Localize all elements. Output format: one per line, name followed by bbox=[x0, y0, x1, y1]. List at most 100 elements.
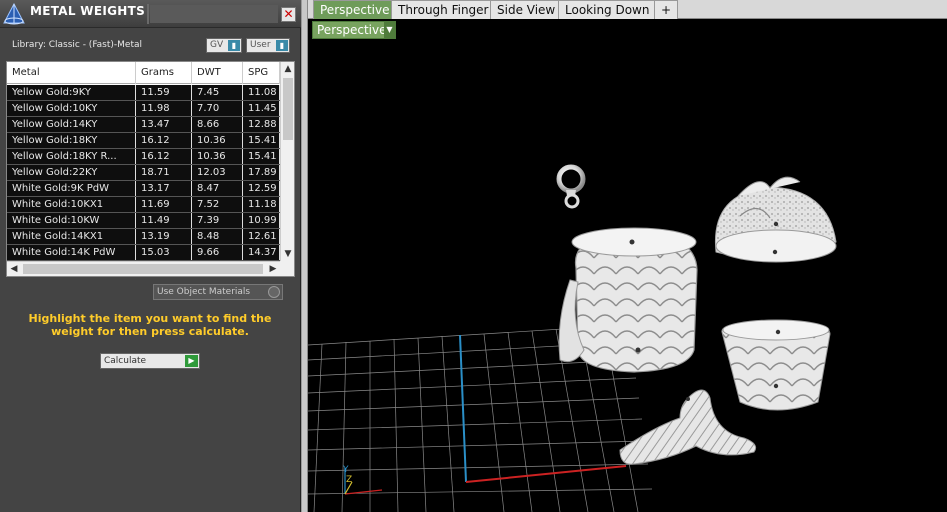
cell-spg: 11.45 bbox=[243, 101, 280, 116]
calculate-label: Calculate bbox=[104, 356, 147, 366]
table-row[interactable]: Yellow Gold:10KY 11.98 7.70 11.45 bbox=[7, 101, 280, 117]
header-dwt[interactable]: DWT bbox=[192, 62, 243, 84]
title-bar-fill bbox=[150, 5, 278, 23]
axis-y-label: Y bbox=[342, 465, 349, 475]
cell-grams: 16.12 bbox=[136, 149, 192, 164]
bail-ring-object[interactable] bbox=[556, 164, 586, 209]
table-row[interactable]: Yellow Gold:14KY 13.47 8.66 12.88 bbox=[7, 117, 280, 133]
close-button[interactable]: ✕ bbox=[281, 7, 296, 22]
tab-through-finger[interactable]: Through Finger bbox=[391, 0, 496, 19]
table-row[interactable]: White Gold:10KX1 11.69 7.52 11.18 bbox=[7, 197, 280, 213]
instruction-text: Highlight the item you want to find the … bbox=[28, 312, 272, 338]
cell-dwt: 7.70 bbox=[192, 101, 243, 116]
cell-spg: 12.88 bbox=[243, 117, 280, 132]
cell-grams: 18.71 bbox=[136, 165, 192, 180]
scroll-right-icon[interactable]: ▶ bbox=[266, 262, 280, 276]
scaled-cup-object[interactable] bbox=[721, 319, 831, 411]
scroll-left-icon[interactable]: ◀ bbox=[7, 262, 21, 276]
vertical-scrollbar[interactable]: ▲ ▼ bbox=[280, 62, 294, 261]
tab-looking-down[interactable]: Looking Down bbox=[558, 0, 657, 19]
scaled-body-object[interactable] bbox=[558, 227, 698, 373]
cell-spg: 14.37 bbox=[243, 245, 280, 260]
cell-metal: Yellow Gold:9KY bbox=[7, 85, 136, 100]
scroll-corner bbox=[280, 261, 294, 276]
cell-spg: 11.18 bbox=[243, 197, 280, 212]
metal-table: Metal Grams DWT SPG Yellow Gold:9KY 11.59… bbox=[6, 61, 295, 277]
scroll-up-icon[interactable]: ▲ bbox=[281, 62, 294, 76]
cell-metal: Yellow Gold:14KY bbox=[7, 117, 136, 132]
cell-dwt: 7.39 bbox=[192, 213, 243, 228]
cell-metal: White Gold:9K PdW bbox=[7, 181, 136, 196]
table-rows: Yellow Gold:9KY 11.59 7.45 11.08 Yellow Gold… bbox=[7, 85, 280, 261]
tab-side-view[interactable]: Side View bbox=[490, 0, 563, 19]
cell-dwt: 10.36 bbox=[192, 149, 243, 164]
table-row[interactable]: White Gold:10KW 11.49 7.39 10.99 bbox=[7, 213, 280, 229]
view-mode-label: Perspective bbox=[317, 23, 387, 37]
cell-metal: White Gold:14KX1 bbox=[7, 229, 136, 244]
user-label: User bbox=[250, 40, 271, 50]
cell-metal: White Gold:14K PdW bbox=[7, 245, 136, 260]
gv-dropdown[interactable]: GV ▮ bbox=[206, 38, 242, 53]
axis-z-label: Z bbox=[346, 475, 352, 485]
x-axis-line bbox=[465, 465, 627, 483]
tail-fin-object[interactable] bbox=[619, 389, 757, 465]
cell-spg: 12.61 bbox=[243, 229, 280, 244]
3d-viewport[interactable]: Y Z bbox=[308, 20, 947, 512]
user-dropdown[interactable]: User ▮ bbox=[246, 38, 290, 53]
viewport-tab-strip: Perspective Through Finger Side View Loo… bbox=[308, 0, 947, 19]
cell-dwt: 10.36 bbox=[192, 133, 243, 148]
cell-grams: 16.12 bbox=[136, 133, 192, 148]
horizontal-scrollbar[interactable]: ◀ ▶ bbox=[7, 261, 280, 276]
cell-grams: 13.47 bbox=[136, 117, 192, 132]
gv-dropdown-icon: ▮ bbox=[228, 40, 240, 51]
table-row[interactable]: White Gold:14KX1 13.19 8.48 12.61 bbox=[7, 229, 280, 245]
cell-spg: 15.41 bbox=[243, 133, 280, 148]
table-row[interactable]: Yellow Gold:9KY 11.59 7.45 11.08 bbox=[7, 85, 280, 101]
radio-icon[interactable] bbox=[268, 286, 280, 298]
use-object-materials-toggle[interactable]: Use Object Materials bbox=[153, 284, 283, 300]
cell-dwt: 8.48 bbox=[192, 229, 243, 244]
hscroll-thumb[interactable] bbox=[23, 264, 263, 274]
panel-title-bar: METAL WEIGHTS ✕ bbox=[0, 0, 301, 28]
header-grams[interactable]: Grams bbox=[136, 62, 192, 84]
cell-spg: 11.08 bbox=[243, 85, 280, 100]
add-tab-button[interactable]: + bbox=[654, 0, 678, 19]
table-row[interactable]: Yellow Gold:22KY 18.71 12.03 17.89 bbox=[7, 165, 280, 181]
table-row[interactable]: White Gold:14K PdW 15.03 9.66 14.37 bbox=[7, 245, 280, 261]
table-row[interactable]: White Gold:9K PdW 13.17 8.47 12.59 bbox=[7, 181, 280, 197]
table-row[interactable]: Yellow Gold:18KY 16.12 10.36 15.41 bbox=[7, 133, 280, 149]
cell-dwt: 7.52 bbox=[192, 197, 243, 212]
cell-spg: 15.41 bbox=[243, 149, 280, 164]
cell-grams: 15.03 bbox=[136, 245, 192, 260]
calculate-button[interactable]: Calculate ▶ bbox=[100, 353, 200, 369]
panel-splitter[interactable] bbox=[301, 0, 308, 512]
cell-dwt: 9.66 bbox=[192, 245, 243, 260]
cell-grams: 11.69 bbox=[136, 197, 192, 212]
table-header: Metal Grams DWT SPG bbox=[7, 62, 280, 84]
table-row[interactable]: Yellow Gold:18KY R... 16.12 10.36 15.41 bbox=[7, 149, 280, 165]
cell-metal: Yellow Gold:18KY bbox=[7, 133, 136, 148]
cell-grams: 11.59 bbox=[136, 85, 192, 100]
play-icon: ▶ bbox=[185, 355, 198, 367]
cell-dwt: 8.47 bbox=[192, 181, 243, 196]
panel-title: METAL WEIGHTS bbox=[30, 4, 146, 18]
header-metal[interactable]: Metal bbox=[7, 62, 136, 84]
scroll-down-icon[interactable]: ▼ bbox=[281, 247, 294, 261]
metal-weights-panel: METAL WEIGHTS ✕ Library: Classic - (Fast… bbox=[0, 0, 301, 512]
textured-cap-object[interactable] bbox=[714, 176, 837, 263]
cell-grams: 13.19 bbox=[136, 229, 192, 244]
cell-dwt: 8.66 bbox=[192, 117, 243, 132]
header-spg[interactable]: SPG bbox=[243, 62, 280, 84]
tab-perspective[interactable]: Perspective bbox=[313, 0, 397, 19]
cell-spg: 17.89 bbox=[243, 165, 280, 180]
y-axis-line bbox=[459, 334, 467, 483]
cell-grams: 11.98 bbox=[136, 101, 192, 116]
view-mode-dropdown[interactable]: Perspective ▼ bbox=[312, 21, 396, 39]
chevron-down-icon: ▼ bbox=[384, 22, 395, 38]
library-label: Library: Classic - (Fast)-Metal bbox=[12, 40, 143, 50]
app-logo-icon bbox=[3, 2, 25, 25]
cell-grams: 11.49 bbox=[136, 213, 192, 228]
scroll-thumb[interactable] bbox=[283, 78, 293, 140]
cell-metal: Yellow Gold:22KY bbox=[7, 165, 136, 180]
cell-spg: 12.59 bbox=[243, 181, 280, 196]
